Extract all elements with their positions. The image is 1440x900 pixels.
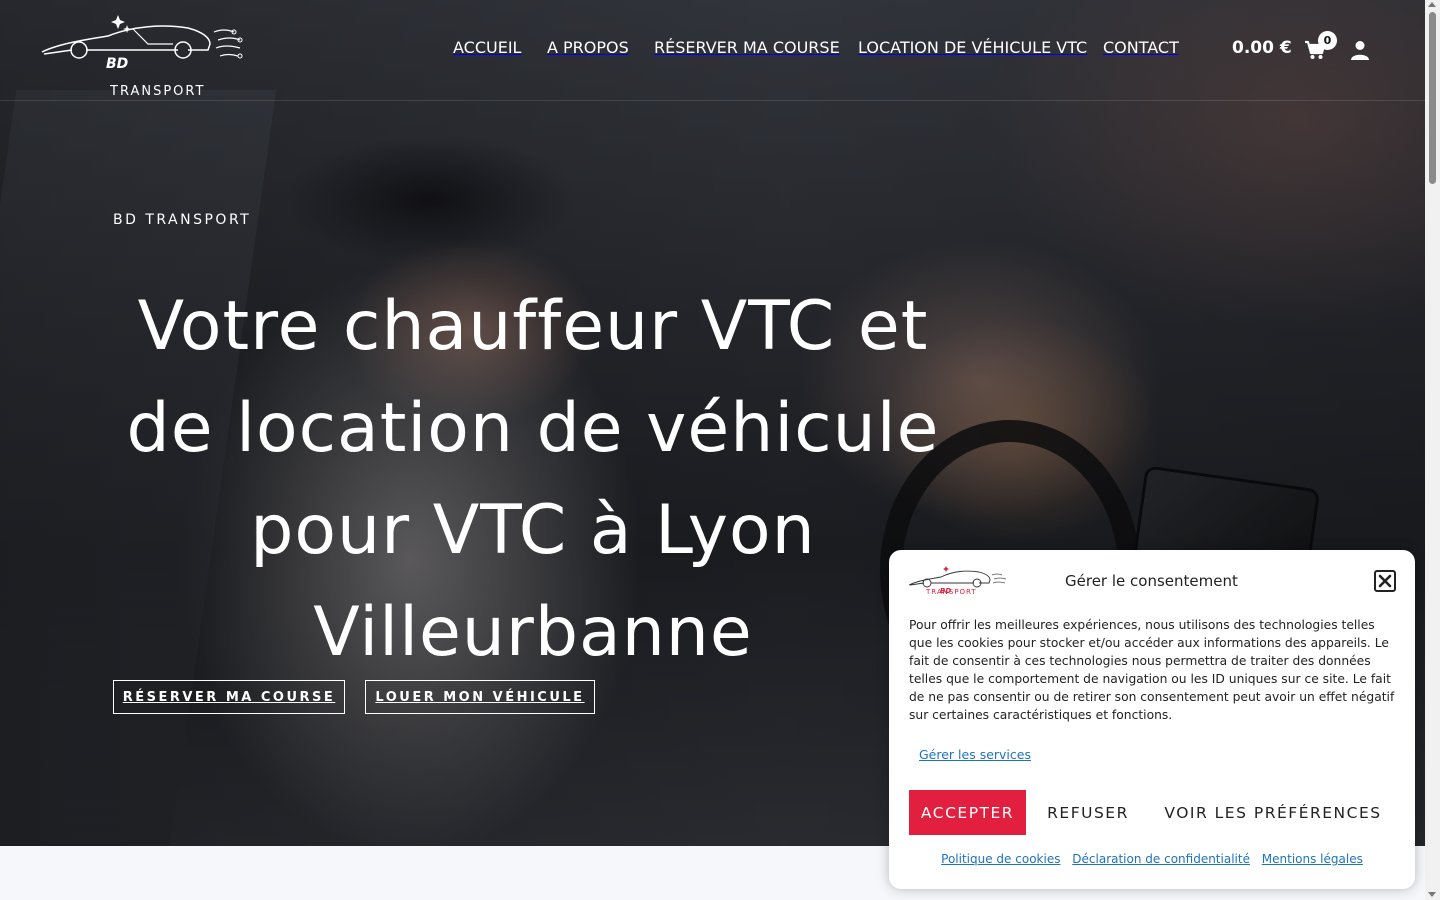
accept-button[interactable]: ACCEPTER: [909, 790, 1026, 835]
nav-label: RÉSERVER MA COURSE: [654, 38, 840, 57]
site-header: BD TRANSPORT ACCUEIL A PROPOS RÉSERVER M…: [0, 0, 1425, 101]
cookie-policy-link[interactable]: Politique de cookies: [941, 852, 1060, 866]
book-ride-button[interactable]: RÉSERVER MA COURSE: [113, 680, 345, 714]
privacy-statement-link[interactable]: Déclaration de confidentialité: [1072, 852, 1250, 866]
consent-logo-wordmark: TRANSPORT: [926, 588, 977, 596]
hero-title: Votre chauffeur VTC et de location de vé…: [126, 287, 940, 672]
cookie-consent-dialog: BD TRANSPORT Gérer le consentement Pour …: [889, 550, 1415, 889]
nav-label: LOCATION DE VÉHICULE VTC: [858, 38, 1088, 57]
close-x-icon: [1378, 574, 1392, 588]
site-logo[interactable]: BD TRANSPORT: [38, 14, 250, 99]
nav-label: A PROPOS: [547, 38, 629, 57]
nav-item-contact[interactable]: CONTACT: [1103, 38, 1179, 57]
view-preferences-button[interactable]: VOIR LES PRÉFÉRENCES: [1151, 790, 1395, 835]
consent-body: Pour offrir les meilleures expériences, …: [909, 618, 1395, 722]
scroll-up-arrow-icon[interactable]: [1428, 2, 1436, 7]
nav-item-location[interactable]: LOCATION DE VÉHICULE VTC: [858, 38, 1087, 57]
hero-eyebrow: BD TRANSPORT: [113, 212, 252, 228]
nav-item-accueil[interactable]: ACCUEIL: [453, 38, 521, 57]
nav-item-reserver[interactable]: RÉSERVER MA COURSE: [654, 38, 840, 57]
consent-links: Politique de cookies Déclaration de conf…: [889, 852, 1415, 866]
nav-label: CONTACT: [1103, 38, 1179, 57]
consent-title: Gérer le consentement: [1065, 572, 1238, 590]
user-icon[interactable]: [1350, 40, 1370, 60]
nav-item-a-propos[interactable]: A PROPOS: [547, 38, 629, 57]
scrollbar-thumb[interactable]: [1429, 12, 1436, 184]
cart-total[interactable]: 0.00 €: [1232, 38, 1292, 58]
nav-label: ACCUEIL: [453, 38, 522, 57]
refuse-button[interactable]: REFUSER: [1037, 790, 1139, 835]
svg-text:BD: BD: [106, 56, 128, 72]
car-logo-icon: BD: [41, 15, 243, 72]
close-icon[interactable]: [1374, 570, 1396, 592]
scroll-down-arrow-icon[interactable]: [1428, 892, 1436, 897]
logo-wordmark: TRANSPORT: [110, 84, 206, 99]
manage-services-link[interactable]: Gérer les services: [919, 747, 1031, 762]
legal-notice-link[interactable]: Mentions légales: [1262, 852, 1363, 866]
rent-vehicle-button[interactable]: LOUER MON VÉHICULE: [365, 680, 595, 714]
cart-count-badge: 0: [1318, 31, 1337, 50]
